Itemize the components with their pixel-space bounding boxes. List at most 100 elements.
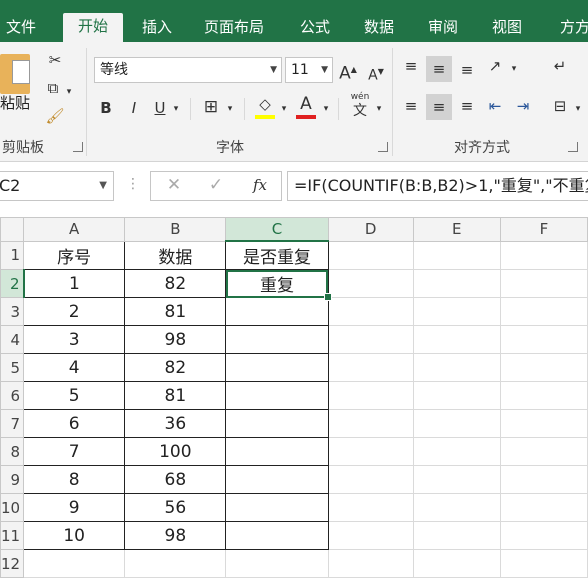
drag-handle-icon[interactable]: ⋮ — [126, 176, 140, 192]
select-all-corner[interactable] — [0, 217, 25, 242]
insert-function-button[interactable]: fx — [247, 175, 273, 195]
cell[interactable] — [225, 381, 329, 410]
cell[interactable]: 82 — [124, 269, 227, 298]
row-header[interactable]: 3 — [0, 297, 25, 326]
cell[interactable] — [327, 493, 414, 522]
cell[interactable] — [327, 521, 414, 550]
cell[interactable] — [327, 353, 414, 382]
cancel-icon[interactable]: ✕ — [163, 175, 185, 195]
row-header[interactable]: 9 — [0, 465, 25, 494]
formula-input[interactable]: =IF(COUNTIF(B:B,B2)>1,"重复","不重复") — [287, 171, 588, 201]
cell[interactable] — [225, 409, 329, 438]
cell[interactable] — [412, 269, 501, 298]
cell[interactable] — [499, 381, 588, 410]
cell[interactable] — [225, 353, 329, 382]
copy-dropdown-icon[interactable]: ▾ — [64, 82, 74, 102]
column-header-f[interactable]: F — [499, 217, 588, 242]
font-name-combo[interactable]: 等线 ▼ — [94, 57, 282, 83]
align-middle-icon[interactable]: ≡ — [426, 56, 452, 82]
column-header-d[interactable]: D — [327, 217, 414, 242]
cell[interactable] — [225, 465, 329, 494]
cell[interactable]: 81 — [124, 381, 227, 410]
cell[interactable]: 82 — [124, 353, 227, 382]
cell[interactable] — [412, 297, 501, 326]
cell[interactable] — [225, 521, 329, 550]
cell[interactable] — [225, 493, 329, 522]
cell[interactable] — [327, 297, 414, 326]
font-launcher-icon[interactable] — [378, 142, 388, 152]
clipboard-launcher-icon[interactable] — [73, 142, 83, 152]
cell[interactable] — [499, 353, 588, 382]
cell[interactable] — [412, 465, 501, 494]
phonetic-icon[interactable]: wén 文 — [348, 92, 372, 122]
font-size-combo[interactable]: 11 ▼ — [285, 57, 333, 83]
cell[interactable]: 2 — [23, 297, 126, 326]
cut-icon[interactable]: ✂ — [44, 50, 66, 70]
cell[interactable] — [327, 325, 414, 354]
format-painter-icon[interactable]: 🖌 — [44, 106, 66, 126]
column-header-c[interactable]: C — [225, 217, 329, 242]
tab-file[interactable]: 文件 — [0, 14, 42, 42]
cell[interactable]: 56 — [124, 493, 227, 522]
cell[interactable] — [412, 240, 501, 270]
font-color-dropdown-icon[interactable]: ▾ — [320, 99, 332, 119]
merge-dropdown-icon[interactable]: ▾ — [572, 99, 584, 119]
cell[interactable] — [499, 269, 588, 298]
cell[interactable]: 98 — [124, 325, 227, 354]
cell[interactable] — [225, 437, 329, 466]
cell[interactable] — [499, 465, 588, 494]
paste-icon[interactable] — [0, 54, 30, 94]
row-header[interactable]: 8 — [0, 437, 25, 466]
cell[interactable]: 4 — [23, 353, 126, 382]
cell[interactable]: 68 — [124, 465, 227, 494]
font-color-icon[interactable]: A — [296, 94, 316, 114]
row-header[interactable]: 6 — [0, 381, 25, 410]
cell[interactable] — [327, 240, 414, 270]
cell[interactable]: 是否重复 — [225, 240, 329, 270]
tab-page-layout[interactable]: 页面布局 — [196, 14, 272, 42]
borders-dropdown-icon[interactable]: ▾ — [224, 99, 236, 119]
cell[interactable]: 6 — [23, 409, 126, 438]
cell[interactable]: 数据 — [124, 240, 227, 270]
row-header[interactable]: 2 — [0, 269, 25, 298]
cell[interactable] — [412, 325, 501, 354]
row-header[interactable]: 4 — [0, 325, 25, 354]
fill-dropdown-icon[interactable]: ▾ — [278, 99, 290, 119]
cell[interactable] — [499, 297, 588, 326]
column-header-a[interactable]: A — [23, 217, 126, 242]
cell[interactable]: 3 — [23, 325, 126, 354]
cell[interactable]: 8 — [23, 465, 126, 494]
row-header[interactable]: 1 — [0, 240, 25, 270]
cell[interactable] — [499, 325, 588, 354]
copy-icon[interactable]: ⧉ — [42, 78, 64, 98]
bold-button[interactable]: B — [98, 98, 114, 118]
cell[interactable] — [499, 521, 588, 550]
italic-button[interactable]: I — [126, 98, 142, 118]
cell[interactable] — [412, 493, 501, 522]
merge-center-icon[interactable]: ⊟ — [548, 96, 572, 116]
row-header[interactable]: 10 — [0, 493, 25, 522]
cell[interactable] — [412, 521, 501, 550]
align-center-icon[interactable]: ≡ — [426, 94, 452, 120]
tab-home[interactable]: 开始 — [63, 13, 123, 43]
cell[interactable] — [499, 240, 588, 270]
row-header[interactable]: 7 — [0, 409, 25, 438]
cell[interactable]: 7 — [23, 437, 126, 466]
cell[interactable]: 10 — [23, 521, 126, 550]
cell[interactable] — [327, 465, 414, 494]
cell[interactable]: 9 — [23, 493, 126, 522]
cell[interactable]: 序号 — [23, 240, 126, 270]
tab-insert[interactable]: 插入 — [132, 14, 182, 42]
cell[interactable]: 81 — [124, 297, 227, 326]
phonetic-dropdown-icon[interactable]: ▾ — [373, 99, 385, 119]
wrap-text-icon[interactable]: ↵ — [548, 56, 572, 76]
fill-color-icon[interactable]: ◇ — [254, 94, 276, 114]
row-header[interactable]: 5 — [0, 353, 25, 382]
cell[interactable] — [327, 269, 414, 298]
tab-view[interactable]: 视图 — [482, 14, 532, 42]
cell[interactable]: 98 — [124, 521, 227, 550]
cell[interactable] — [499, 493, 588, 522]
cell[interactable] — [412, 381, 501, 410]
active-cell[interactable]: 重复 — [225, 269, 332, 301]
cell[interactable] — [327, 409, 414, 438]
